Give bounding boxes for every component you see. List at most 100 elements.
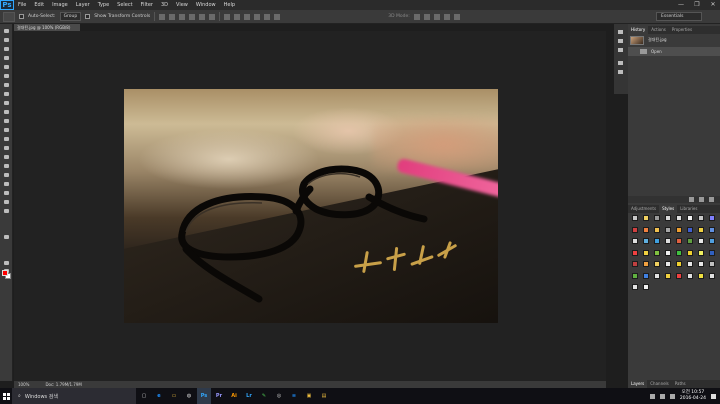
menu-type[interactable]: Type [94, 0, 113, 10]
more-tools-icon[interactable] [3, 208, 10, 214]
tab-channels[interactable]: Channels [647, 380, 672, 388]
align-top-icon[interactable] [159, 13, 166, 20]
3d-pan-icon[interactable] [433, 13, 440, 20]
transform-controls-checkbox[interactable] [85, 14, 91, 19]
3d-scale-icon[interactable] [453, 13, 460, 20]
style-swatch[interactable] [687, 272, 693, 279]
history-step-open[interactable]: Open [628, 47, 720, 56]
style-swatch[interactable] [665, 261, 671, 267]
menu-view[interactable]: View [172, 0, 192, 10]
distribute-icon[interactable] [224, 13, 231, 20]
taskbar-app-button[interactable]: ◍ [182, 388, 196, 404]
menu-edit[interactable]: Edit [30, 0, 48, 10]
style-swatch[interactable] [643, 249, 649, 256]
minimize-button[interactable]: — [676, 1, 686, 9]
distribute-icon[interactable] [264, 13, 271, 20]
close-button[interactable]: ✕ [708, 1, 718, 9]
tab-properties[interactable]: Properties [669, 26, 695, 34]
move-tool-icon[interactable] [3, 28, 10, 34]
foreground-color-swatch[interactable] [2, 270, 8, 276]
style-swatch[interactable] [709, 272, 715, 279]
paragraph-panel-icon[interactable] [617, 69, 624, 75]
style-swatch[interactable] [654, 249, 660, 256]
quick-mask-icon[interactable] [3, 260, 10, 266]
auto-select-checkbox[interactable] [19, 14, 24, 19]
type-tool-icon[interactable] [3, 163, 10, 169]
eraser-tool-icon[interactable] [3, 118, 10, 124]
menu-filter[interactable]: Filter [137, 0, 157, 10]
tab-styles[interactable]: Styles [659, 205, 678, 213]
style-swatch[interactable] [632, 272, 638, 279]
path-selection-tool-icon[interactable] [3, 172, 10, 178]
network-icon[interactable] [649, 393, 655, 399]
style-swatch[interactable] [654, 226, 660, 233]
menu-image[interactable]: Image [48, 0, 72, 10]
clone-stamp-tool-icon[interactable] [3, 100, 10, 106]
document-image[interactable] [124, 89, 498, 323]
style-swatch[interactable] [687, 249, 693, 256]
volume-icon[interactable] [659, 393, 665, 399]
trash-icon[interactable] [709, 197, 714, 202]
move-tool-preset[interactable] [3, 11, 15, 22]
menu-window[interactable]: Window [192, 0, 220, 10]
style-swatch[interactable] [643, 261, 649, 267]
style-swatch[interactable] [632, 226, 638, 233]
tab-actions[interactable]: Actions [648, 26, 669, 34]
dodge-tool-icon[interactable] [3, 145, 10, 151]
auto-select-dropdown[interactable]: Group [59, 12, 82, 21]
lasso-tool-icon[interactable] [3, 46, 10, 52]
taskbar-app-button[interactable]: ✎ [257, 388, 271, 404]
style-swatch[interactable] [709, 249, 715, 256]
zoom-level[interactable]: 100% [18, 381, 29, 388]
distribute-icon[interactable] [244, 13, 251, 20]
style-swatch[interactable] [676, 226, 682, 233]
style-swatch[interactable] [643, 238, 649, 244]
taskbar-app-button[interactable]: ◎ [272, 388, 286, 404]
style-swatch[interactable] [676, 238, 682, 244]
character-panel-icon[interactable] [617, 60, 624, 66]
style-swatch[interactable] [676, 272, 682, 279]
style-swatch[interactable] [698, 249, 704, 256]
maximize-button[interactable]: ❐ [692, 1, 702, 9]
style-swatch[interactable] [709, 261, 715, 267]
style-swatch[interactable] [687, 226, 693, 233]
align-middle-icon[interactable] [169, 13, 176, 20]
default-colors-icon[interactable] [3, 234, 10, 240]
style-swatch[interactable] [654, 238, 660, 244]
hand-tool-icon[interactable] [3, 190, 10, 196]
taskbar-app-button[interactable]: e [152, 388, 166, 404]
new-snapshot-icon[interactable] [699, 197, 704, 202]
pen-tool-icon[interactable] [3, 154, 10, 160]
notifications-icon[interactable] [711, 393, 716, 399]
new-document-from-state-icon[interactable] [689, 197, 694, 202]
style-swatch[interactable] [698, 226, 704, 233]
style-swatch[interactable] [709, 238, 715, 244]
style-swatch[interactable] [632, 215, 638, 221]
history-brush-tool-icon[interactable] [3, 109, 10, 115]
gradient-tool-icon[interactable] [3, 127, 10, 133]
task-view-button[interactable]: ▢ [137, 388, 151, 404]
history-snapshot[interactable]: 걸대된.jpg [630, 34, 718, 46]
3d-rotate-icon[interactable] [413, 13, 420, 20]
blur-tool-icon[interactable] [3, 136, 10, 142]
history-panel-icon[interactable] [617, 29, 624, 35]
tab-history[interactable]: History [628, 26, 649, 34]
taskbar-app-button[interactable]: Lr [242, 388, 256, 404]
tab-paths[interactable]: Paths [672, 380, 689, 388]
start-button[interactable] [0, 388, 12, 404]
menu-select[interactable]: Select [113, 0, 136, 10]
style-swatch[interactable] [665, 226, 671, 233]
taskbar-search[interactable]: ⌕ Windows 검색 [12, 388, 136, 404]
style-swatch[interactable] [665, 238, 671, 244]
eyedropper-tool-icon[interactable] [3, 73, 10, 79]
workspace-dropdown[interactable]: Essentials [656, 12, 702, 21]
align-bottom-icon[interactable] [179, 13, 186, 20]
document-tab[interactable]: 걸대된.jpg @ 100% (RGB/8) [14, 24, 80, 31]
brush-panel-icon[interactable] [617, 47, 624, 53]
tab-libraries[interactable]: Libraries [677, 205, 700, 213]
taskbar-app-button[interactable]: Ps [197, 388, 211, 404]
style-swatch[interactable] [654, 272, 660, 279]
style-swatch[interactable] [665, 272, 671, 279]
style-swatch[interactable] [632, 261, 638, 267]
style-swatch[interactable] [665, 249, 671, 256]
